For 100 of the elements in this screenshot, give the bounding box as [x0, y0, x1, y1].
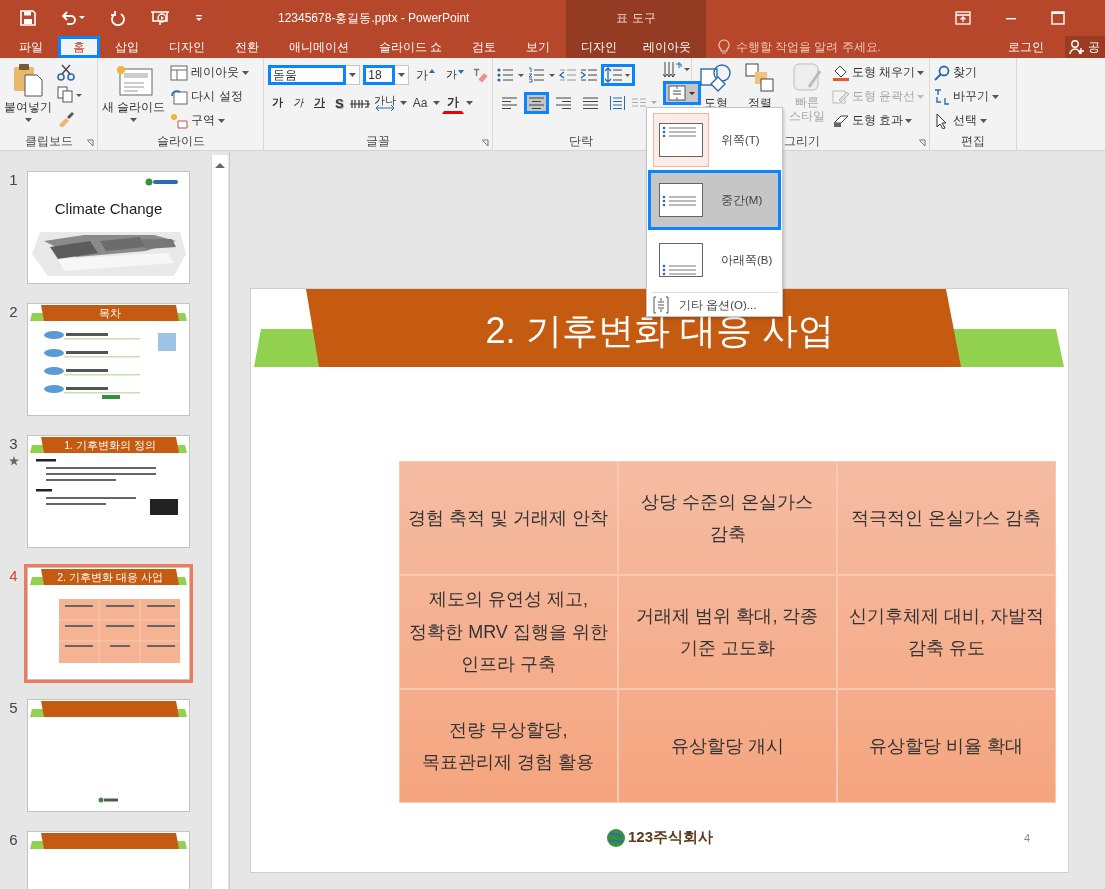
dialog-launcher-icon[interactable]	[481, 139, 489, 147]
new-slide-button[interactable]: 새 슬라이드	[102, 61, 166, 132]
customize-caret-icon[interactable]	[194, 13, 204, 23]
tell-me-field[interactable]: 수행할 작업을 알려 주세요.	[718, 39, 948, 55]
scrollbar[interactable]	[211, 155, 228, 889]
slide-number: 4	[9, 567, 18, 584]
change-case-button[interactable]: Aa	[408, 93, 432, 113]
page-number: 4	[1023, 831, 1030, 844]
table-cell: 전량 무상할당, 목표관리제 경험 활용	[399, 689, 618, 803]
align-right-icon	[556, 97, 571, 109]
font-family-field[interactable]: 돋움	[268, 65, 347, 85]
shrink-font-button[interactable]: 가	[442, 65, 469, 85]
group-label: 클립보드	[24, 132, 73, 150]
replace-icon	[934, 87, 950, 106]
character-spacing-button[interactable]: 가나	[371, 92, 398, 114]
caret-icon[interactable]	[399, 101, 407, 105]
ribbon-tab[interactable]: 홈	[58, 36, 100, 58]
shapes-icon	[700, 63, 732, 93]
redo-icon[interactable]	[110, 10, 126, 26]
line-spacing-button[interactable]	[601, 64, 635, 86]
maximize-icon[interactable]	[1051, 11, 1065, 25]
logo-icon	[145, 178, 179, 186]
menu-item[interactable]: 아래쪽(B)	[648, 230, 781, 290]
group-label: 편집	[961, 132, 985, 150]
decrease-indent-icon[interactable]	[559, 67, 577, 83]
align-button[interactable]	[524, 92, 549, 114]
slide-thumbnail[interactable]: Climate Change	[27, 171, 190, 284]
save-icon[interactable]	[20, 10, 36, 26]
table-cell: 유상할당 비율 확대	[837, 689, 1056, 803]
eraser-icon	[832, 112, 850, 129]
ribbon-tab[interactable]: 디자인	[154, 36, 220, 58]
increase-indent-icon[interactable]	[580, 67, 598, 83]
slide-number: 3	[9, 435, 18, 452]
layout-button[interactable]: 레이아웃	[170, 63, 250, 82]
menu-item[interactable]: 중간(M)	[648, 170, 781, 230]
slide-thumbnail[interactable]: 1. 기후변화의 정의	[27, 435, 190, 548]
slide-thumbnail[interactable]: 2. 기후변화 대응 사업	[27, 567, 190, 680]
ribbon-tab[interactable]: 삽입	[100, 36, 154, 58]
paste-button[interactable]: 붙여넣기	[4, 61, 52, 132]
italic-button[interactable]: 가	[289, 93, 308, 113]
thumbnail-title: Climate Change	[54, 200, 163, 217]
dialog-launcher-icon[interactable]	[86, 139, 94, 147]
ribbon-display-icon[interactable]	[955, 11, 971, 25]
caret-icon[interactable]	[466, 101, 474, 105]
scissors-icon[interactable]	[57, 63, 75, 81]
pencil-icon	[832, 88, 850, 105]
table-cell: 거래제 범위 확대, 각종 기준 고도화	[618, 575, 837, 689]
shape-format-button[interactable]: 도형 채우기	[832, 63, 925, 82]
undo-icon[interactable]	[60, 10, 86, 26]
section-button[interactable]: 구역	[170, 111, 250, 130]
slide-thumbnail[interactable]: 목차	[27, 303, 190, 416]
slide-number: 1	[9, 171, 18, 188]
slide-thumbnail[interactable]	[27, 699, 190, 812]
copy-icon[interactable]	[57, 86, 83, 104]
grow-font-button[interactable]: 가	[412, 63, 440, 87]
table-cell: 제도의 유연성 제고, 정확한 MRV 집행을 위한 인프라 구축	[399, 575, 618, 689]
ribbon-tab[interactable]: 보기	[511, 36, 566, 58]
font-size-field[interactable]: 18	[363, 65, 396, 85]
font-color-button[interactable]: 가	[442, 92, 465, 114]
caret-icon	[24, 118, 32, 122]
scroll-up-icon[interactable]	[215, 163, 225, 168]
thumbnail-title-bar: 1. 기후변화의 정의	[41, 437, 179, 453]
caret-icon	[917, 70, 925, 75]
group-label: 단락	[569, 132, 593, 150]
caret-icon[interactable]	[349, 73, 357, 77]
numbering-icon[interactable]	[528, 67, 556, 83]
shape-format-button[interactable]: 도형 효과	[832, 111, 925, 130]
dialog-launcher-icon[interactable]	[918, 139, 926, 147]
shadow-button[interactable]: S	[331, 92, 348, 114]
editing-button[interactable]: 바꾸기	[934, 87, 999, 106]
format-painter-icon[interactable]	[57, 109, 75, 127]
reset-button[interactable]: 다시 설정	[170, 87, 250, 106]
share-button[interactable]: 공	[1065, 36, 1105, 58]
justify-icon	[583, 97, 598, 109]
caret-icon[interactable]	[433, 101, 441, 105]
ribbon-tab[interactable]: 슬라이드 쇼	[364, 36, 458, 58]
ribbon-tab[interactable]: 파일	[4, 36, 58, 58]
caret-icon	[242, 70, 250, 75]
align-text-button[interactable]	[663, 81, 701, 105]
editing-button[interactable]: 선택	[934, 111, 999, 130]
caret-icon	[130, 118, 138, 122]
ribbon-tab[interactable]: 전환	[220, 36, 274, 58]
table-cell: 경험 축적 및 거래제 안착	[399, 461, 618, 575]
ribbon-tab[interactable]: 검토	[457, 36, 512, 58]
slideshow-icon[interactable]	[150, 10, 170, 26]
ribbon-tab[interactable]: 애니메이션	[274, 36, 364, 58]
login-link[interactable]: 로그인	[1008, 39, 1044, 55]
text-direction-icon[interactable]	[663, 61, 691, 79]
caret-icon[interactable]	[398, 73, 406, 77]
ribbon-tab[interactable]: 레이아웃	[632, 36, 702, 58]
ribbon-tab[interactable]: 디자인	[570, 36, 628, 58]
layout-icon	[170, 64, 189, 81]
underline-button[interactable]: 가	[310, 93, 329, 113]
bullets-icon[interactable]	[497, 67, 525, 83]
strikethrough-icon[interactable]	[349, 97, 370, 109]
editing-button[interactable]: 찾기	[934, 63, 999, 82]
bold-button[interactable]: 가	[268, 93, 287, 113]
menu-item[interactable]: 위쪽(T)	[648, 110, 781, 170]
group-label: 슬라이드	[156, 132, 205, 150]
clear-formatting-icon[interactable]	[471, 67, 488, 83]
